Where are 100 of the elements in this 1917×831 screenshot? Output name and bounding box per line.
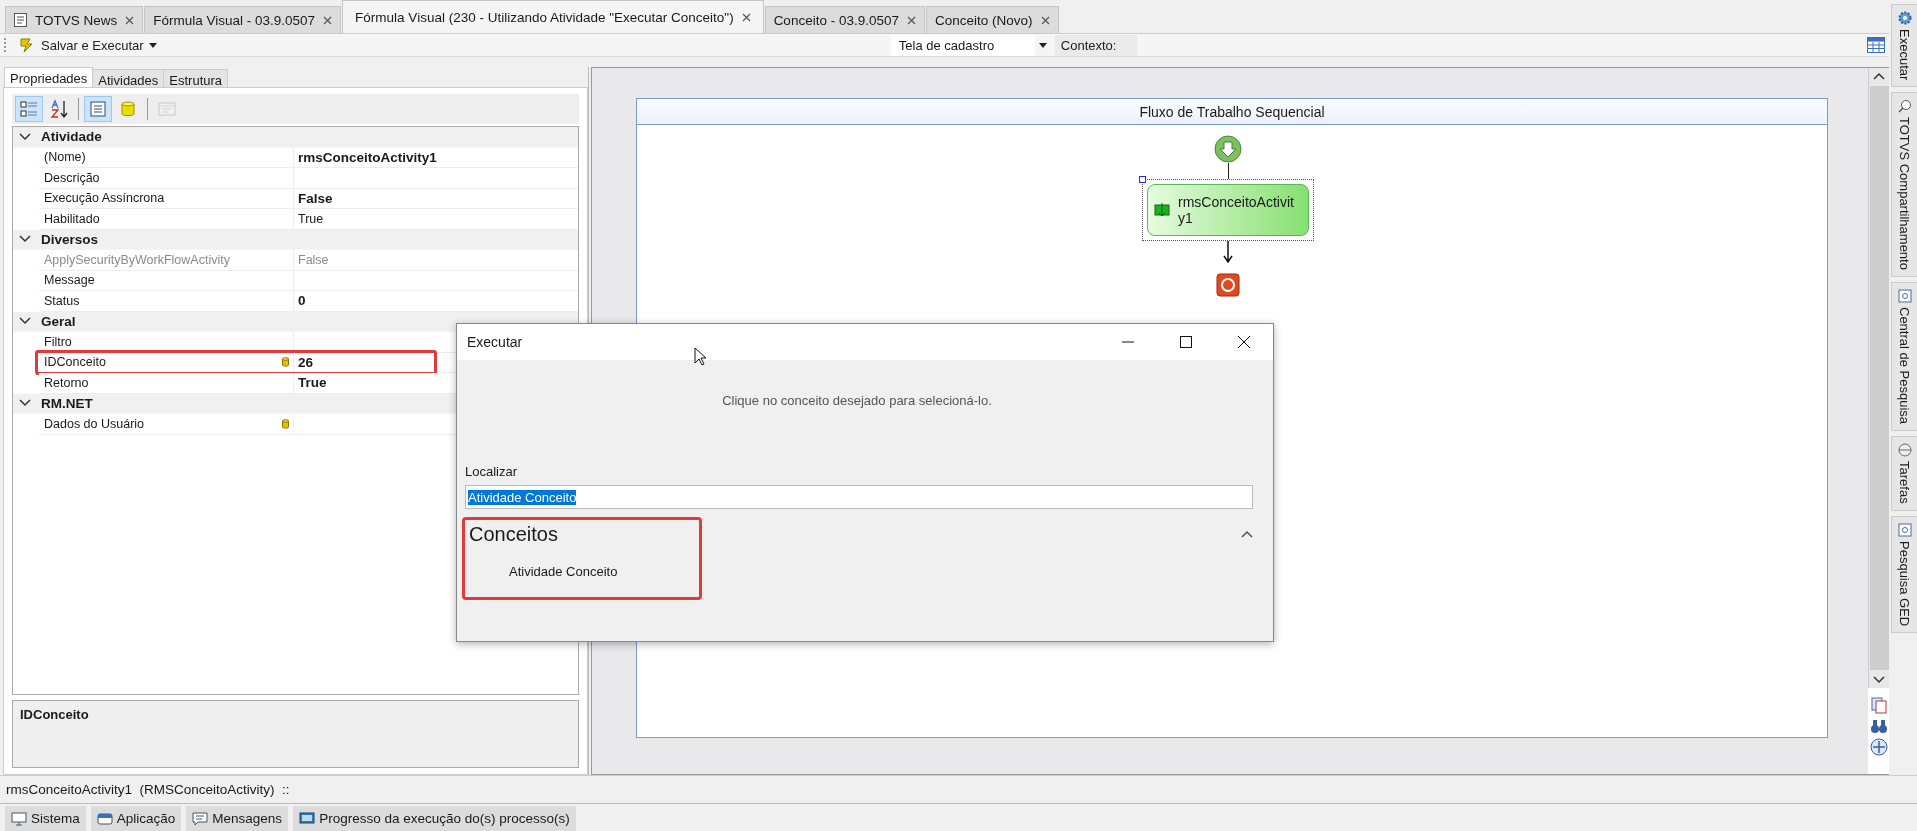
property-name: Dados do Usuário	[44, 416, 145, 431]
property-value: True	[298, 211, 324, 226]
categorized-button[interactable]	[15, 96, 43, 122]
pan-icon[interactable]	[1869, 738, 1888, 756]
window-icon	[157, 99, 177, 119]
database-icon	[282, 418, 289, 429]
database-icon	[282, 357, 289, 368]
side-tab[interactable]: Tarefas	[1891, 436, 1917, 511]
scroll-up-icon[interactable]	[1873, 72, 1885, 80]
chevron-icon[interactable]	[19, 399, 31, 408]
stop-icon	[1216, 273, 1240, 297]
workflow-title: Fluxo de Trabalho Sequencial	[637, 99, 1827, 125]
chevron-icon[interactable]	[19, 235, 31, 244]
concept-item[interactable]: Atividade Conceito	[509, 561, 1253, 581]
monitor-icon	[11, 811, 27, 826]
document-search-icon	[1897, 289, 1912, 304]
property-name: Filtro	[44, 334, 72, 349]
gear-icon	[1897, 11, 1912, 25]
binoculars-icon[interactable]	[1869, 717, 1888, 735]
document-tab[interactable]: Fórmula Visual - 03.9.0507	[144, 6, 342, 33]
save-and-run-button[interactable]: Salvar e Executar	[14, 35, 161, 55]
screen-select[interactable]: Tela de cadastro	[890, 34, 1035, 56]
selection-handle[interactable]	[1139, 176, 1146, 183]
panel-tab[interactable]: Estrutura	[163, 69, 229, 87]
list-view-button[interactable]	[84, 96, 112, 122]
bottom-tab[interactable]: Progresso da execução do(s) processo(s)	[293, 806, 576, 831]
hint-text: Clique no conceito desejado para selecioná-lo.	[721, 393, 993, 408]
category-header[interactable]: Atividade	[13, 127, 578, 148]
property-value: 0	[298, 293, 306, 309]
activity-node[interactable]: rmsConceitoActivity1	[1147, 184, 1309, 236]
bottom-tab[interactable]: Aplicação	[90, 806, 182, 831]
close-icon	[1238, 336, 1250, 348]
property-name: IDConceito	[44, 355, 106, 370]
close-icon[interactable]	[906, 15, 916, 25]
pages-icon[interactable]	[1869, 696, 1888, 714]
property-value: True	[298, 375, 327, 391]
property-value: False	[298, 252, 329, 267]
maximize-icon	[1180, 336, 1192, 348]
sort-az-icon	[49, 99, 69, 119]
tab-label: TOTVS News	[35, 12, 118, 28]
property-name: Habilitado	[44, 211, 100, 226]
document-tab[interactable]: Conceito - 03.9.0507	[764, 6, 925, 33]
bottom-tab[interactable]: Sistema	[5, 806, 86, 831]
panel-tab[interactable]: Atividades	[92, 69, 165, 87]
categories-icon	[19, 99, 39, 119]
context-label: Contexto:	[1054, 34, 1137, 56]
chevron-icon[interactable]	[19, 317, 31, 326]
activity-label: rmsConceitoActivity1	[1178, 194, 1295, 226]
database-icon	[118, 99, 138, 119]
document-icon	[14, 13, 27, 27]
document-search-icon	[1897, 522, 1912, 537]
category-label: Atividade	[41, 129, 102, 145]
document-tab[interactable]: Fórmula Visual (230 - Utilizando Atividade "Executar Conceito")	[342, 0, 764, 33]
property-name: (Nome)	[44, 150, 86, 165]
side-tab[interactable]: Pesquisa GED	[1891, 515, 1917, 634]
close-icon[interactable]	[741, 12, 751, 22]
close-icon[interactable]	[1040, 15, 1050, 25]
search-label: Localizar	[465, 464, 519, 479]
dialog-title: Executar	[467, 334, 523, 350]
side-tab[interactable]: Central de Pesquisa	[1891, 282, 1917, 432]
scroll-down-icon[interactable]	[1873, 676, 1885, 684]
side-tab[interactable]: TOTVS Compartilhamento	[1891, 92, 1917, 278]
search-field[interactable]: Atividade Conceito	[465, 485, 1253, 509]
bottom-tab[interactable]: Mensagens	[186, 806, 289, 831]
table-icon[interactable]	[1867, 37, 1885, 53]
help-title: IDConceito	[20, 707, 89, 722]
category-label: Geral	[41, 313, 76, 329]
side-tab[interactable]: Executar	[1891, 4, 1917, 88]
property-row[interactable]: (Nome) rmsConceitoActivity1	[39, 147, 578, 168]
document-tab[interactable]: TOTVS News	[5, 6, 144, 33]
caret-icon	[148, 42, 157, 48]
message-icon	[192, 811, 209, 826]
pin-icon	[1897, 443, 1912, 458]
tab-label: Conceito - 03.9.0507	[773, 12, 899, 28]
property-row[interactable]: Execução Assíncrona False	[39, 188, 578, 209]
search-icon	[1897, 99, 1912, 114]
caret-icon[interactable]	[1038, 42, 1047, 48]
category-header[interactable]: Diversos	[13, 229, 578, 250]
property-name: Descrição	[44, 170, 100, 185]
arrow-icon	[1223, 241, 1233, 263]
monitor-icon	[299, 811, 316, 826]
group-title[interactable]: Conceitos	[469, 522, 558, 546]
chevron-icon[interactable]	[19, 132, 31, 141]
document-tab[interactable]: Conceito (Novo)	[925, 6, 1059, 33]
property-name: ApplySecurityByWorkFlowActivity	[44, 252, 230, 267]
property-value: 26	[298, 354, 314, 370]
panel-tab[interactable]: Propriedades	[4, 67, 94, 87]
chevron-icon[interactable]	[1241, 530, 1253, 538]
category-label: Diversos	[41, 231, 99, 247]
tab-label: Fórmula Visual (230 - Utilizando Atividade "Executar Conceito")	[355, 9, 734, 25]
property-row[interactable]: Habilitado True	[39, 209, 578, 230]
close-icon[interactable]	[125, 15, 135, 25]
property-name: Message	[44, 273, 95, 288]
property-row[interactable]: Descrição	[39, 168, 578, 189]
property-name: Status	[44, 293, 80, 308]
close-icon[interactable]	[323, 15, 333, 25]
list-icon	[88, 99, 108, 119]
tab-label: Fórmula Visual - 03.9.0507	[153, 12, 316, 28]
property-row[interactable]: Status 0	[39, 291, 578, 312]
property-row[interactable]: Message	[39, 270, 578, 291]
